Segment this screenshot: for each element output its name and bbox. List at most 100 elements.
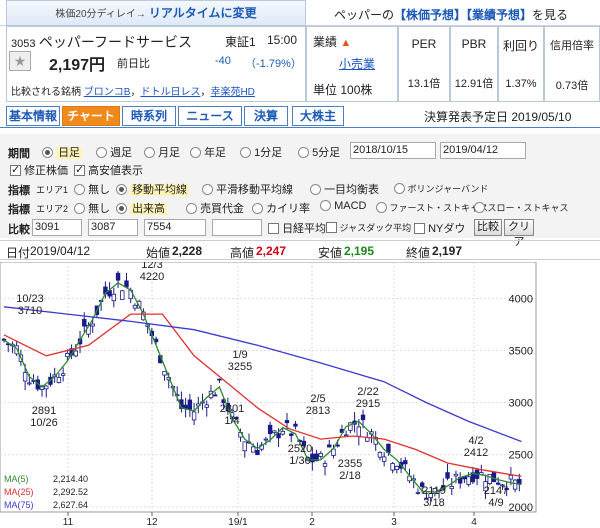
candle-body [65, 352, 70, 358]
adjusted-price-checkbox[interactable]: 修正株価 [10, 162, 68, 178]
candle-body [22, 372, 28, 382]
annotation-value: 3710 [18, 305, 42, 317]
star-icon[interactable]: ★ [9, 51, 31, 71]
ma-legend-name: MA(25) [4, 487, 34, 497]
tab-chart[interactable]: チャート [62, 106, 120, 126]
stock-title: 3053 ペッパーフードサービス [11, 32, 192, 52]
compare-button[interactable]: 比較 [474, 219, 502, 236]
annotation-label: 1/9 [232, 349, 247, 361]
metric-margin-ratio: 信用倍率 0.73倍 [544, 26, 600, 102]
ohlc-bar: 日付 2019/04/12 始値 2,228 高値 2,247 安値 2,195… [0, 240, 600, 260]
compare-code-input[interactable]: 3091 [32, 219, 82, 236]
tab-timeseries[interactable]: 時系列 [122, 106, 176, 126]
compare-code-input[interactable] [212, 219, 262, 236]
compare-label: 比較 [8, 224, 30, 236]
annotation-label: 2119 [422, 485, 446, 497]
candle-body [251, 446, 256, 453]
candle-body [322, 463, 328, 467]
current-price: 2,197円 [49, 57, 106, 74]
period-monthly[interactable]: 月足 [144, 144, 180, 160]
compare-code-input[interactable]: 7554 [144, 219, 206, 236]
area1-none[interactable]: 無し [74, 181, 110, 197]
candle-body [487, 473, 492, 484]
area2-slow-stoch[interactable]: スロー・ストキャス [474, 201, 569, 214]
candle-body [318, 453, 323, 457]
hilo-checkbox[interactable]: 高安値表示 [74, 162, 143, 178]
area2-turnover[interactable]: 売買代金 [186, 200, 244, 216]
area1-ma[interactable]: 移動平均線 [116, 181, 190, 197]
jasdaq-checkbox[interactable]: ジャスダック平均 [326, 221, 411, 234]
open-value: 2,228 [172, 244, 203, 258]
candle-body [115, 272, 121, 281]
area1-ichimoku[interactable]: 一目均衡表 [310, 181, 379, 197]
candle-body [27, 382, 32, 385]
annotation-label: 2520 [288, 443, 312, 455]
compare-stock-link[interactable]: ブロンコB [84, 87, 131, 98]
sector-panel: 業績 ▲ 小売業 単位 100株 [306, 26, 398, 102]
earnings-forecast-link[interactable]: 【業績予想】 [466, 8, 532, 22]
realtime-banner: 株価20分ディレイ→ リアルタイムに変更 [6, 0, 306, 26]
period-weekly[interactable]: 週足 [96, 144, 132, 160]
annotation-value: 1/4 [224, 415, 239, 427]
candle-body [335, 444, 340, 447]
clear-button[interactable]: クリア [504, 219, 534, 248]
ma-legend-name: MA(75) [4, 500, 34, 510]
sector-row: 業績 ▲ [313, 33, 351, 50]
ma-legend-name: MA(5) [4, 474, 29, 484]
date-to-input[interactable]: 2019/04/12 [440, 142, 526, 159]
candle-body [111, 293, 117, 302]
annotation-value: 4/9 [488, 497, 503, 509]
area2-fast-stoch[interactable]: ファースト・ストキャス [376, 201, 488, 214]
sector-value[interactable]: 小売業 [339, 55, 375, 72]
annotation-value: 3/18 [423, 497, 444, 509]
low-label: 安値 [318, 246, 343, 260]
realtime-link[interactable]: リアルタイムに変更 [149, 6, 257, 20]
candle-body [381, 456, 387, 462]
forecast-links: ペッパーの【株価予想】【業績予想】を見る [334, 6, 568, 23]
annotation-label: 10/23 [16, 293, 44, 305]
period-1min[interactable]: 1分足 [240, 144, 282, 160]
candle-body [276, 433, 281, 439]
annotation-value: 2/18 [339, 470, 360, 482]
candle-body [255, 449, 260, 456]
tab-earnings[interactable]: 決算 [244, 106, 288, 126]
area2-volume[interactable]: 出来高 [116, 200, 168, 216]
nikkei-checkbox[interactable]: 日経平均 [268, 220, 326, 236]
metric-value: 1.37% [505, 78, 537, 90]
period-yearly[interactable]: 年足 [190, 144, 226, 160]
area2-deviation[interactable]: カイリ率 [252, 200, 310, 216]
area2-macd[interactable]: MACD [320, 200, 366, 212]
tab-divider [0, 127, 600, 128]
ma-legend-value: 2,292.52 [53, 487, 88, 497]
area2-none[interactable]: 無し [74, 200, 110, 216]
candle-body [390, 463, 395, 471]
period-5min[interactable]: 5分足 [298, 144, 340, 160]
quote-panel: 3053 ペッパーフードサービス 東証1 15:00 ★ 2,197円 前日比 … [6, 26, 306, 102]
candle-body [204, 404, 209, 408]
date-from-input[interactable]: 2018/10/15 [350, 142, 436, 159]
annotation-label: 2147 [484, 485, 508, 497]
tab-basic-info[interactable]: 基本情報 [6, 106, 60, 126]
area1-ema[interactable]: 平滑移動平均線 [202, 181, 293, 197]
compare-stock-link[interactable]: 幸楽苑HD [210, 87, 254, 98]
close-value: 2,197 [432, 244, 463, 258]
candle-body [293, 423, 298, 427]
compare-code-input[interactable]: 3087 [88, 219, 138, 236]
annotation-value: 2813 [306, 405, 330, 417]
period-daily[interactable]: 日足 [42, 144, 83, 160]
price-change-pct: （-1.79%） [245, 58, 302, 70]
y-tick-label: 3000 [509, 398, 533, 410]
candle-body [512, 479, 518, 490]
nydow-checkbox[interactable]: NYダウ [414, 220, 465, 236]
candle-body [377, 452, 383, 458]
compare-stock-link[interactable]: ドトル日レス [140, 87, 200, 98]
tab-shareholders[interactable]: 大株主 [292, 106, 344, 126]
annotation-value: 4220 [140, 271, 164, 283]
tab-news[interactable]: ニュース [178, 106, 242, 126]
area1-label: エリア1 [36, 185, 69, 195]
candle-body [360, 414, 366, 421]
x-tick-label: 11 [63, 517, 74, 528]
area1-bollinger[interactable]: ボリンジャーバンド [394, 182, 488, 195]
stock-forecast-link[interactable]: 【株価予想】 [394, 8, 466, 22]
candle-body [449, 486, 454, 490]
